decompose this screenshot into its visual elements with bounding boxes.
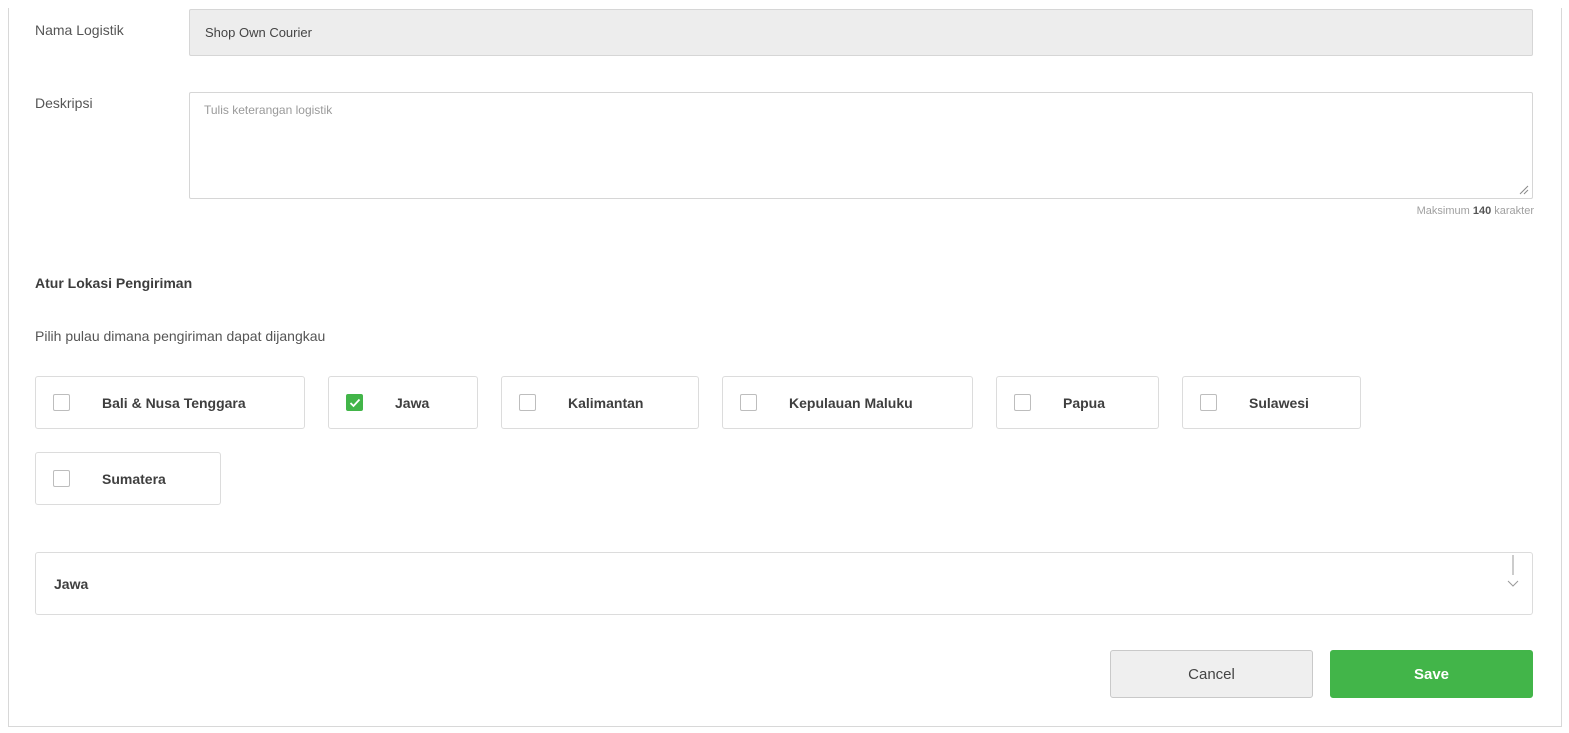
logistics-name-field[interactable] bbox=[189, 9, 1533, 56]
checkbox[interactable] bbox=[1200, 394, 1217, 411]
island-label: Papua bbox=[1063, 394, 1106, 411]
island-label: Kalimantan bbox=[568, 394, 644, 411]
island-option-sumatera[interactable]: Sumatera bbox=[35, 452, 221, 505]
checkbox[interactable] bbox=[53, 394, 70, 411]
description-field-wrapper bbox=[189, 92, 1533, 199]
save-button[interactable]: Save bbox=[1330, 650, 1533, 698]
checkmark-icon bbox=[349, 398, 360, 407]
island-option-kepulauan-maluku[interactable]: Kepulauan Maluku bbox=[722, 376, 973, 429]
cancel-button[interactable]: Cancel bbox=[1110, 650, 1313, 698]
island-label: Jawa bbox=[395, 394, 430, 411]
character-limit-helper: Maksimum 140 karakter bbox=[1417, 205, 1534, 217]
island-label: Sulawesi bbox=[1249, 394, 1309, 411]
checkbox[interactable] bbox=[519, 394, 536, 411]
name-label: Nama Logistik bbox=[35, 22, 124, 38]
island-option-kalimantan[interactable]: Kalimantan bbox=[501, 376, 699, 429]
accordion-title: Jawa bbox=[54, 576, 89, 592]
island-option-bali-nusa-tenggara[interactable]: Bali & Nusa Tenggara bbox=[35, 376, 305, 429]
selected-island-accordion-jawa[interactable]: Jawa bbox=[35, 552, 1533, 615]
helper-prefix: Maksimum bbox=[1416, 205, 1473, 217]
helper-count: 140 bbox=[1472, 205, 1492, 217]
island-label: Kepulauan Maluku bbox=[789, 394, 913, 411]
shipping-section-title: Atur Lokasi Pengiriman bbox=[35, 275, 193, 291]
checkbox[interactable] bbox=[740, 394, 757, 411]
checkbox[interactable] bbox=[53, 470, 70, 487]
island-option-jawa[interactable]: Jawa bbox=[328, 376, 478, 429]
island-option-papua[interactable]: Papua bbox=[996, 376, 1159, 429]
island-label: Sumatera bbox=[102, 470, 166, 487]
helper-suffix: karakter bbox=[1491, 205, 1534, 217]
description-label: Deskripsi bbox=[35, 95, 93, 111]
checkbox-checked[interactable] bbox=[346, 394, 363, 411]
island-option-sulawesi[interactable]: Sulawesi bbox=[1182, 376, 1361, 429]
chevron-down-icon[interactable] bbox=[1506, 555, 1520, 589]
island-label: Bali & Nusa Tenggara bbox=[102, 394, 246, 411]
resize-grip-icon[interactable] bbox=[1519, 185, 1529, 195]
description-textarea[interactable] bbox=[190, 93, 1532, 198]
shipping-section-subtitle: Pilih pulau dimana pengiriman dapat dija… bbox=[35, 328, 326, 344]
checkbox[interactable] bbox=[1014, 394, 1031, 411]
